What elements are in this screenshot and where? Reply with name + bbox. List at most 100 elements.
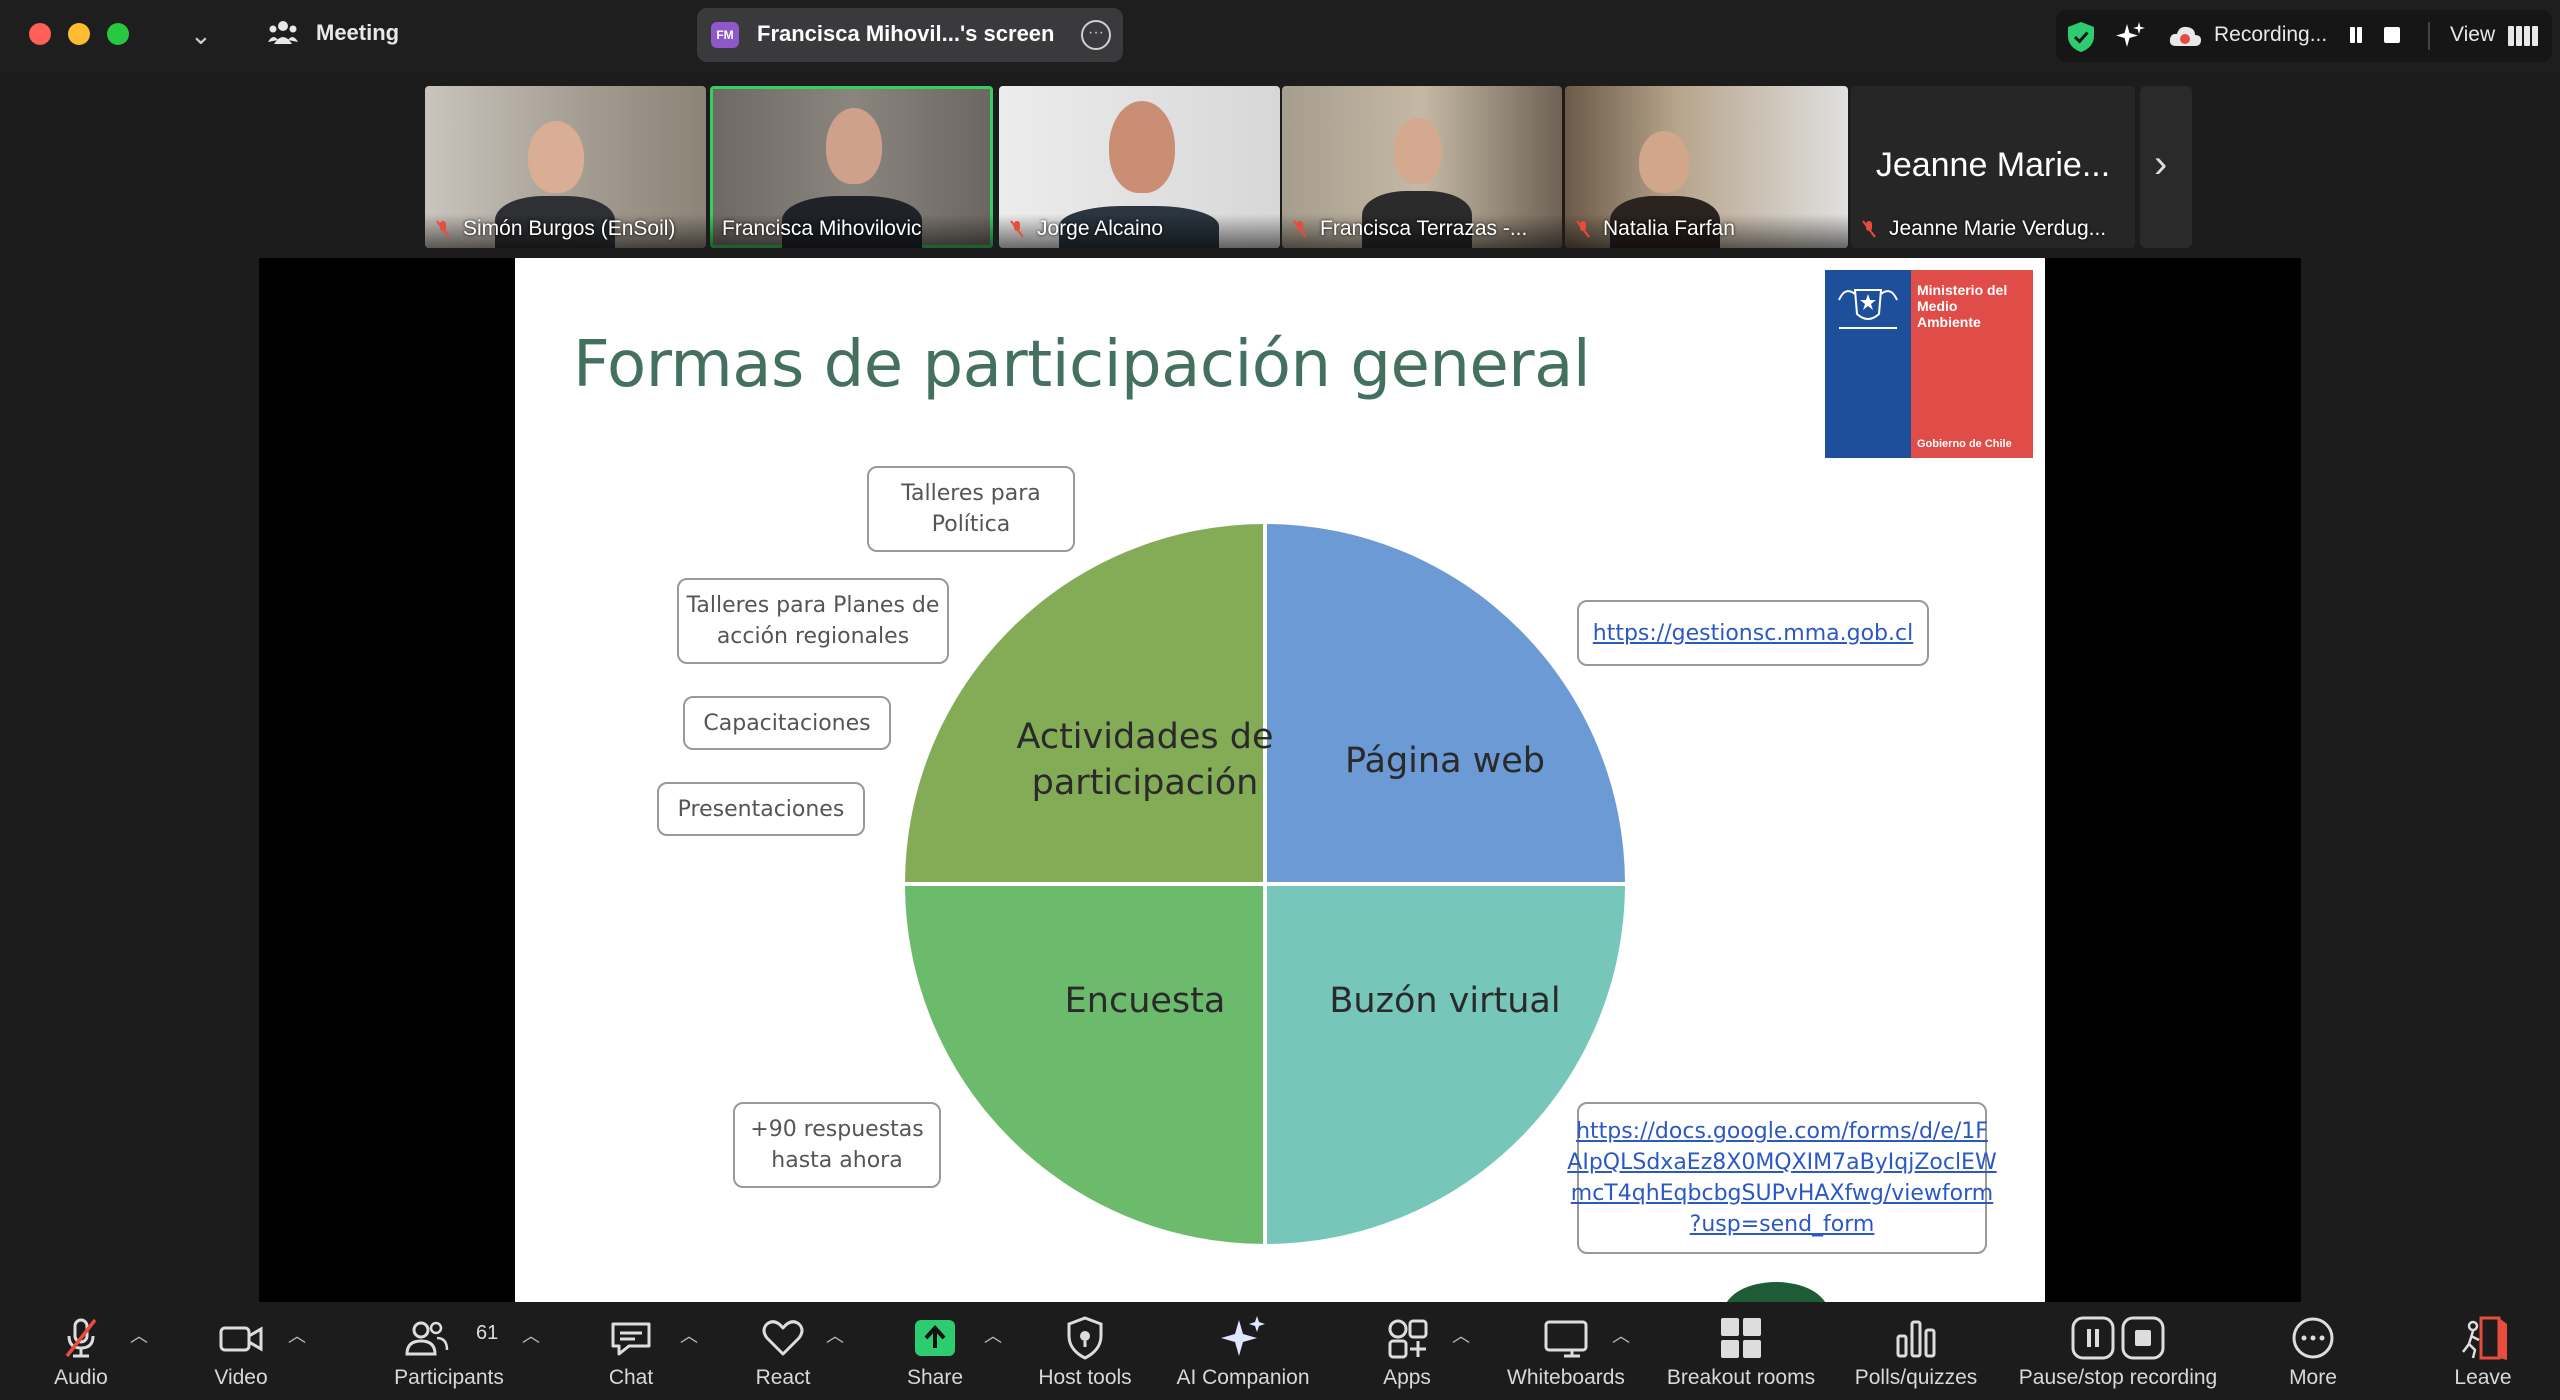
coat-of-arms-icon — [1838, 289, 1898, 329]
label-buzon-virtual: Buzón virtual — [1329, 981, 1561, 1021]
ministry-logo: Ministerio del Medio Ambiente Gobierno d… — [1825, 270, 2033, 458]
ai-companion-label: AI Companion — [1176, 1366, 1310, 1389]
screen-share-pill[interactable]: FM Francisca Mihovil...'s screen ··· — [697, 8, 1123, 62]
ai-companion-button[interactable]: AI Companion — [1168, 1302, 1318, 1400]
chevron-right-icon: › — [2154, 142, 2168, 186]
more-options-icon[interactable]: ··· — [1081, 20, 1111, 50]
participant-tile[interactable]: Jorge Alcaino — [999, 86, 1280, 248]
participant-tile[interactable]: Francisca Terrazas -... — [1282, 86, 1562, 248]
chat-button[interactable]: Chat — [590, 1302, 672, 1400]
breakout-rooms-icon — [1721, 1318, 1761, 1358]
participant-tile[interactable]: Jeanne Marie... Jeanne Marie Verdug... — [1851, 86, 2135, 248]
meeting-label[interactable]: Meeting — [316, 20, 399, 46]
mic-muted-icon — [1293, 220, 1307, 238]
logo-line: Medio — [1917, 298, 1958, 314]
react-options-caret[interactable]: ︿ — [826, 1322, 844, 1348]
participants-button[interactable]: 61 Participants — [380, 1302, 518, 1400]
web-link[interactable]: https://gestionsc.mma.gob.cl — [1593, 618, 1913, 649]
participant-name-large: Jeanne Marie... — [1875, 146, 2111, 184]
leave-label: Leave — [2454, 1366, 2512, 1389]
pause-recording-icon[interactable] — [2348, 27, 2364, 45]
pause-stop-recording-button[interactable]: Pause/stop recording — [2010, 1302, 2226, 1400]
share-button[interactable]: Share — [894, 1302, 976, 1400]
label-line: participación — [1031, 763, 1259, 803]
participant-name: Francisca Mihovilovic — [722, 217, 922, 240]
decorative-circle — [1724, 1282, 1828, 1302]
logo-text: Ministerio del Medio Ambiente — [1917, 282, 2007, 330]
participants-count: 61 — [476, 1322, 499, 1344]
host-tools-button[interactable]: Host tools — [1030, 1302, 1140, 1400]
video-camera-icon — [219, 1326, 263, 1352]
quadrant-encuesta — [905, 884, 1265, 1244]
participant-name: Francisca Terrazas -... — [1320, 217, 1528, 240]
react-button[interactable]: React — [742, 1302, 824, 1400]
participant-name: Jeanne Marie Verdug... — [1889, 217, 2107, 240]
participant-tile-active-speaker[interactable]: Francisca Mihovilovic — [710, 86, 993, 248]
audio-options-caret[interactable]: ︿ — [130, 1322, 148, 1348]
participant-tile[interactable]: Simón Burgos (EnSoil) — [425, 86, 706, 248]
box-line: acción regionales — [716, 624, 910, 649]
view-button[interactable]: View — [2450, 23, 2495, 47]
participant-name: Jorge Alcaino — [1037, 217, 1164, 240]
audio-button[interactable]: Audio — [40, 1302, 122, 1400]
pause-stop-icon — [2071, 1316, 2165, 1360]
participant-tile[interactable]: Natalia Farfan — [1565, 86, 1848, 248]
share-options-caret[interactable]: ︿ — [984, 1322, 1002, 1348]
chat-label: Chat — [608, 1366, 654, 1389]
participant-name: Natalia Farfan — [1603, 217, 1735, 240]
meeting-toolbar: Audio ︿ Video ︿ 61 Participants ︿ Chat ︿ — [0, 1302, 2560, 1400]
gallery-view-icon[interactable] — [2508, 26, 2538, 46]
shield-icon — [1067, 1316, 1103, 1360]
meeting-status-pill: Recording... View — [2056, 10, 2552, 62]
quadrant-actividades — [905, 524, 1265, 884]
audio-label: Audio — [54, 1366, 108, 1389]
breakout-rooms-button[interactable]: Breakout rooms — [1660, 1302, 1822, 1400]
box-line: Talleres para Planes de — [686, 593, 940, 618]
mic-muted-icon — [1010, 220, 1024, 238]
participant-face — [528, 121, 584, 193]
label-actividades: Actividades de participación — [995, 714, 1295, 806]
leave-button[interactable]: Leave — [2442, 1302, 2524, 1400]
chat-options-caret[interactable]: ︿ — [680, 1322, 698, 1348]
form-link-line[interactable]: ?usp=send_form — [1690, 1212, 1875, 1237]
recording-status: Recording... — [2214, 23, 2328, 46]
more-button[interactable]: More — [2272, 1302, 2354, 1400]
video-options-caret[interactable]: ︿ — [288, 1322, 306, 1348]
participants-options-caret[interactable]: ︿ — [522, 1322, 540, 1348]
breakout-rooms-label: Breakout rooms — [1666, 1366, 1816, 1389]
box-link-web: https://gestionsc.mma.gob.cl — [1577, 600, 1929, 666]
participants-icon — [405, 1321, 449, 1356]
label-pagina-web: Página web — [1344, 741, 1546, 781]
video-button[interactable]: Video — [200, 1302, 282, 1400]
chevron-down-icon[interactable]: ⌄ — [190, 20, 212, 51]
apps-icon — [1388, 1319, 1428, 1359]
more-label: More — [2289, 1366, 2337, 1389]
form-link-line[interactable]: AIpQLSdxaEz8X0MQXIM7aByIqjZoclEW — [1567, 1150, 1996, 1175]
polls-label: Polls/quizzes — [1854, 1366, 1978, 1389]
whiteboards-button[interactable]: Whiteboards — [1500, 1302, 1632, 1400]
heart-icon — [762, 1320, 804, 1356]
shared-screen-title: Francisca Mihovil...'s screen — [757, 21, 1055, 46]
minimize-window-button[interactable] — [68, 23, 90, 45]
next-page-button[interactable]: › — [2140, 86, 2192, 248]
stop-recording-icon[interactable] — [2384, 27, 2400, 43]
react-label: React — [755, 1366, 811, 1389]
bar-chart-icon — [1896, 1320, 1936, 1358]
fullscreen-window-button[interactable] — [107, 23, 129, 45]
leave-door-icon — [2462, 1316, 2507, 1360]
apps-options-caret[interactable]: ︿ — [1452, 1322, 1470, 1348]
encryption-shield-icon[interactable] — [2066, 21, 2096, 53]
form-link-line[interactable]: mcT4qhEqbcbgSUPvHAXfwg/viewform — [1571, 1181, 1993, 1206]
close-window-button[interactable] — [29, 23, 51, 45]
pause-stop-label: Pause/stop recording — [2018, 1366, 2218, 1389]
apps-button[interactable]: Apps — [1366, 1302, 1448, 1400]
form-link-line[interactable]: https://docs.google.com/forms/d/e/1F — [1576, 1119, 1988, 1144]
ai-sparkle-icon[interactable] — [2114, 20, 2146, 52]
whiteboard-icon — [1544, 1320, 1588, 1358]
mic-muted-icon — [1576, 220, 1590, 238]
box-capacitaciones: Capacitaciones — [683, 696, 891, 750]
whiteboards-options-caret[interactable]: ︿ — [1612, 1322, 1630, 1348]
whiteboards-label: Whiteboards — [1507, 1366, 1625, 1389]
chat-bubble-icon — [611, 1322, 651, 1356]
polls-button[interactable]: Polls/quizzes — [1846, 1302, 1986, 1400]
